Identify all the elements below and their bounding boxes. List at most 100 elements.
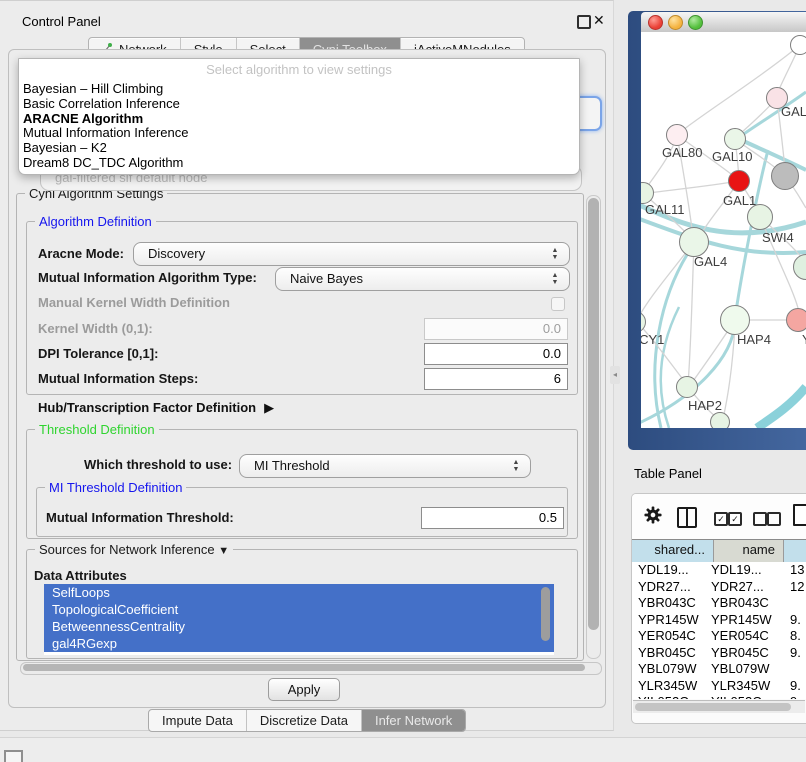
mi-steps-field[interactable]: 6: [424, 368, 568, 390]
table-cell: 9.: [790, 612, 801, 629]
algorithm-option[interactable]: Bayesian – Hill Climbing: [21, 82, 577, 97]
attribute-item[interactable]: gal4RGexp: [44, 635, 554, 652]
table-cell: YBR043C: [711, 595, 769, 612]
table-row[interactable]: YDL19...YDL19...13: [632, 562, 806, 579]
table-row[interactable]: YBR045CYBR045C9.: [632, 645, 806, 662]
node-label: GAL: [781, 104, 806, 119]
table-row[interactable]: YBL079W YBL079W: [632, 661, 806, 678]
mi-type-combo[interactable]: Naive Bayes ▲▼: [275, 267, 570, 291]
expander-arrow-icon: ▶: [264, 400, 274, 415]
cyni-bottom-tabbar: Impute Data Discretize Data Infer Networ…: [148, 709, 466, 732]
checked-checkbox-icon[interactable]: ✓: [714, 512, 728, 526]
checked-checkbox-icon[interactable]: ✓: [728, 512, 742, 526]
table-row[interactable]: YDR27...YDR27...12: [632, 579, 806, 596]
split-columns-icon[interactable]: [677, 507, 697, 528]
column-header-name[interactable]: name: [714, 540, 784, 562]
algorithm-option[interactable]: Bayesian – K2: [21, 141, 577, 156]
table-row[interactable]: YIL052CYIL052C9.: [632, 694, 806, 699]
table-cell: 9.: [790, 694, 801, 699]
network-node-gal10[interactable]: [724, 128, 746, 150]
zoom-traffic-light[interactable]: [688, 15, 703, 30]
node-label: GAL4: [694, 254, 727, 269]
scrollbar-thumb[interactable]: [635, 703, 791, 711]
screen: Control Panel ✕ Network Style Select Cyn…: [0, 0, 806, 762]
float-window-icon[interactable]: [577, 15, 591, 29]
kernel-width-label: Kernel Width (0,1):: [38, 319, 153, 339]
table-cell: YBL079W: [638, 661, 697, 678]
network-node[interactable]: [710, 412, 730, 428]
algorithm-option[interactable]: Dream8 DC_TDC Algorithm: [21, 156, 577, 171]
table-cell: YBR043C: [638, 595, 696, 612]
table-row[interactable]: YPR145WYPR145W9.: [632, 612, 806, 629]
table-row[interactable]: YBR043C YBR043C: [632, 595, 806, 612]
bottom-corner-icon[interactable]: [4, 750, 23, 762]
tab-impute-data[interactable]: Impute Data: [149, 710, 247, 731]
tab-discretize-data[interactable]: Discretize Data: [247, 710, 362, 731]
table-cell: 13: [790, 562, 804, 579]
table-cell: YDR27...: [638, 579, 691, 596]
network-node-y[interactable]: [786, 308, 806, 332]
node-label: GAL80: [662, 145, 702, 160]
node-label: HAP2: [688, 398, 722, 413]
split-pane-collapse-handle[interactable]: ◂: [610, 366, 620, 384]
attribute-item[interactable]: SelfLoops: [44, 584, 554, 601]
mi-threshold-field[interactable]: 0.5: [421, 507, 564, 529]
manual-kernel-checkbox[interactable]: [551, 297, 565, 311]
network-node[interactable]: [771, 162, 799, 190]
stepper-arrows-icon: ▲▼: [550, 245, 560, 263]
list-scrollbar-thumb[interactable]: [541, 587, 550, 641]
table-cell: YER054C: [711, 628, 769, 645]
data-attributes-list[interactable]: SelfLoopsTopologicalCoefficientBetweenne…: [44, 584, 554, 655]
scrollbar-thumb[interactable]: [23, 664, 585, 671]
attribute-item[interactable]: TopologicalCoefficient: [44, 601, 554, 618]
settings-vertical-scrollbar[interactable]: [586, 195, 601, 659]
table-row[interactable]: YLR345WYLR345W9.: [632, 678, 806, 695]
apply-button[interactable]: Apply: [268, 678, 340, 701]
network-canvas[interactable]: GALGAL80GAL10GAL1GAL11SWI4GAL4GCY1HAP4YH…: [641, 32, 806, 428]
algorithm-dropdown[interactable]: Select algorithm to view settings Bayesi…: [18, 58, 580, 175]
dpi-tolerance-field[interactable]: 0.0: [424, 343, 568, 365]
network-node[interactable]: [790, 35, 806, 55]
mi-threshold-group-title: MI Threshold Definition: [45, 480, 186, 495]
node-label: SWI4: [762, 230, 794, 245]
column-header-shared-name[interactable]: shared...: [632, 540, 714, 562]
node-label: HAP4: [737, 332, 771, 347]
network-node-swi4[interactable]: [747, 204, 773, 230]
network-node-gal1[interactable]: [728, 170, 750, 192]
stepper-arrows-icon: ▲▼: [511, 457, 521, 475]
scrollbar-thumb[interactable]: [588, 198, 599, 630]
settings-horizontal-scrollbar[interactable]: [20, 662, 602, 675]
minimize-traffic-light[interactable]: [668, 15, 683, 30]
network-node-hap2[interactable]: [676, 376, 698, 398]
kernel-width-field[interactable]: 0.0: [424, 318, 568, 340]
table-cell: YBR045C: [711, 645, 769, 662]
close-traffic-light[interactable]: [648, 15, 663, 30]
unchecked-checkbox-icon[interactable]: [767, 512, 781, 526]
unchecked-checkbox-icon[interactable]: [753, 512, 767, 526]
tab-infer-network[interactable]: Infer Network: [362, 710, 465, 731]
gear-icon[interactable]: [644, 506, 662, 527]
algorithm-option[interactable]: Basic Correlation Inference: [21, 97, 577, 112]
algorithm-option[interactable]: Mutual Information Inference: [21, 126, 577, 141]
document-icon[interactable]: [793, 504, 806, 526]
which-threshold-combo[interactable]: MI Threshold ▲▼: [239, 454, 531, 478]
algorithm-option[interactable]: ARACNE Algorithm: [21, 112, 577, 127]
network-node-hap4[interactable]: [720, 305, 750, 335]
column-header-cut[interactable]: [784, 540, 806, 562]
threshold-definition-title: Threshold Definition: [35, 422, 159, 437]
network-node-gal4[interactable]: [679, 227, 709, 257]
sources-group-title[interactable]: Sources for Network Inference ▼: [35, 542, 233, 559]
close-icon[interactable]: ✕: [593, 12, 605, 28]
table-row[interactable]: YER054CYER054C8.: [632, 628, 806, 645]
table-cell: YIL052C: [711, 694, 762, 699]
stepper-arrows-icon: ▲▼: [550, 270, 560, 288]
network-node-gal80[interactable]: [666, 124, 688, 146]
table-cell: YBL079W: [711, 661, 770, 678]
table-horizontal-scrollbar[interactable]: [633, 700, 805, 713]
network-window-titlebar[interactable]: [641, 12, 806, 33]
attribute-item[interactable]: BetweennessCentrality: [44, 618, 554, 635]
node-label: GAL11: [645, 202, 685, 217]
table-cell: 9.: [790, 645, 801, 662]
aracne-mode-combo[interactable]: Discovery ▲▼: [133, 242, 570, 266]
hub-definition-expander[interactable]: Hub/Transcription Factor Definition▶: [38, 398, 274, 418]
